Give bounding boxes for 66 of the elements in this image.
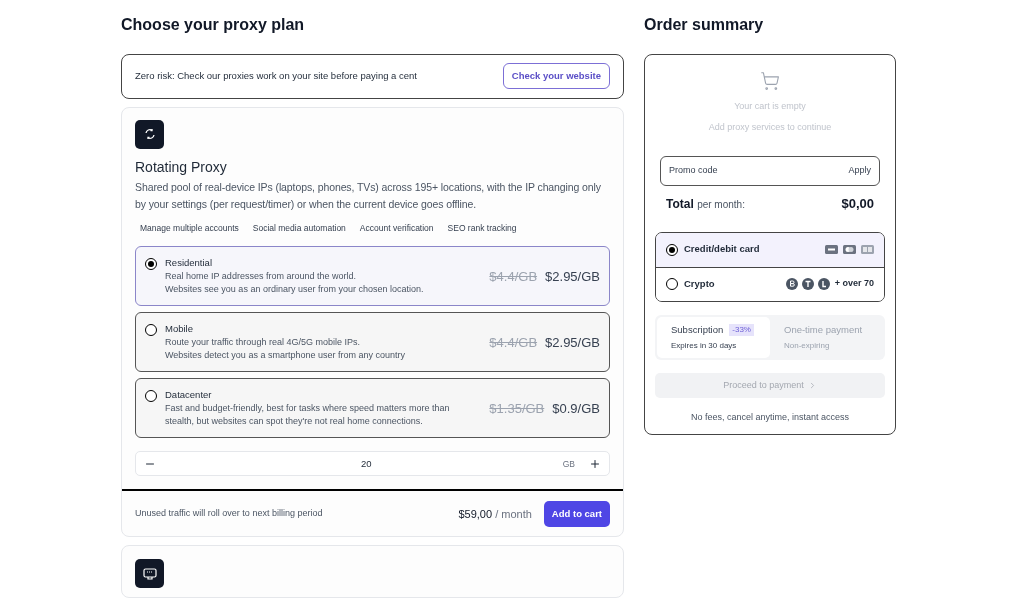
feature-tag: SEO rank tracking [442,218,522,238]
plan-description: Websites detect you as a smartphone user from any country [165,349,405,363]
old-price: $1.35/GB [489,399,545,418]
old-price: $4.4/GB [489,267,538,286]
card-icon [861,245,874,254]
radio-button[interactable] [666,278,678,290]
coin-icon [801,278,814,290]
billing-title: One-time payment [784,322,863,337]
payment-method[interactable]: Crypto + over 70 [656,266,884,301]
total-value: $0,00 [841,195,874,213]
plan-price: $0.9/GB [552,399,600,418]
discount-badge: -33% [729,323,754,336]
product-title: Rotating Proxy [135,157,228,176]
plan-price: $2.95/GB [545,333,600,352]
crypto-extra: + over 70 [834,277,874,291]
feature-tag: Manage multiple accounts [135,218,244,238]
rotate-icon [135,119,164,149]
add-to-cart-button[interactable]: Add to cart [543,500,610,527]
page-title: Choose your proxy plan [121,15,306,35]
plan-option[interactable]: Datacenter Fast and budget-friendly, best for tasks where speed matters more than stealth, but websites can spot they're not real home connections. $1.35/GB $0.9/GB [135,378,610,439]
plan-description: Real home IP addresses from around the world. [165,269,357,283]
radio-button[interactable] [145,389,157,402]
billing-subtitle: Expires in 30 days [671,339,738,352]
radio-button[interactable] [145,323,157,336]
summary-title: Order summary [644,15,765,35]
monthly-price: $59,00 / month [458,506,532,522]
coin-icon [785,278,798,290]
plan-name: Datacenter [165,387,213,402]
cart-icon [760,71,780,91]
plan-name: Mobile [165,321,194,336]
feature-tag: Account verification [354,218,439,238]
product-description: Shared pool of real-device IPs (laptops, phones, TVs) across 195+ locations, with the IP changing only by your settings (per request/timer) or when the current device goes offline. [135,179,602,212]
card-icon [843,245,856,254]
payment-label: Credit/debit card [684,242,760,257]
plan-option[interactable]: Residential Real home IP addresses from around the world. Websites see you as an ordinary user from your chosen location. $4.4/GB $2.95/GB [135,246,610,307]
plan-price: $2.95/GB [545,267,600,286]
feature-tag: Social media automation [247,218,351,238]
plan-description: Fast and budget-friendly, best for tasks where speed matters more than [165,401,450,415]
radio-button[interactable] [145,257,157,270]
plus-icon[interactable] [589,457,601,470]
apply-button[interactable]: Apply [848,164,871,178]
plan-description: Websites see you as an ordinary user from your chosen location. [165,283,424,297]
summary-note: No fees, cancel anytime, instant access [689,410,851,424]
quantity-field[interactable]: 20 GB [135,451,610,477]
promo-field[interactable]: Promo code Apply [660,156,880,186]
plan-name: Residential [165,255,213,270]
payment-label: Crypto [684,276,715,291]
billing-option[interactable]: Subscription -33% Expires in 30 days [657,316,770,358]
plan-description: Route your traffic through real 4G/5G mobile IPs. [165,335,361,349]
total-label: Total per month: [666,195,745,213]
plan-option[interactable]: Mobile Route your traffic through real 4G/5G mobile IPs. Websites detect you as a smartphone user from any country $4.4/GB $2.95/GB [135,312,610,373]
billing-title: Subscription [671,322,724,337]
billing-subtitle: Non-expiring [784,339,831,352]
check-website-button[interactable]: Check your website [502,63,610,90]
quantity-unit: GB [562,457,575,471]
rollover-note: Unused traffic will roll over to next billing period [135,507,323,521]
banner-text: Zero risk: Check our proxies work on your site before paying a cent [135,69,417,84]
payment-method[interactable]: Credit/debit card [656,232,884,267]
quantity-value: 20 [360,456,373,471]
radio-button[interactable] [666,243,678,256]
promo-input[interactable]: Promo code [669,164,789,178]
plan-description: stealth, but websites can spot they're not real home connections. [165,415,424,429]
ethernet-icon [135,559,164,589]
card-icon [825,245,838,254]
coin-icon [817,278,830,290]
old-price: $4.4/GB [489,333,538,352]
